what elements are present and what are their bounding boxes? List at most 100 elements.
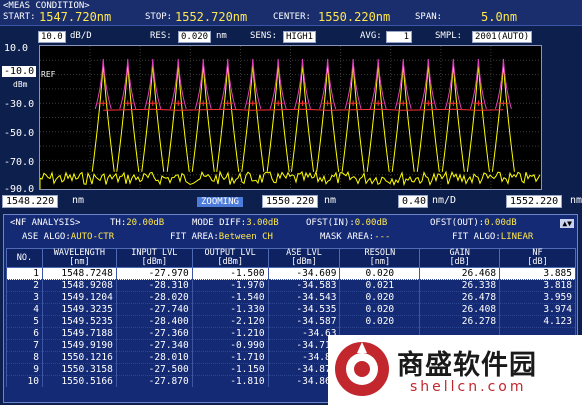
- cell-resoln: 0.021: [339, 279, 421, 292]
- ref-label: REF: [41, 70, 56, 79]
- cell-output-lvl: -1.810: [191, 375, 269, 387]
- mask-area-label: MASK AREA:: [320, 232, 375, 242]
- measurement-controls: 10.0 dB/D RES: 0.020 nm SENS: HIGH1 AVG:…: [0, 30, 582, 44]
- ase-interpolation-line: [103, 108, 504, 111]
- table-row[interactable]: 4 1549.3235 -27.740 -1.330 -34.535 0.020 26.40…: [6, 303, 576, 316]
- cell-no: 9: [6, 363, 43, 376]
- y-tick-10: 10.0: [4, 43, 29, 54]
- mask-area-value[interactable]: ---: [374, 232, 390, 242]
- zooming-indicator: ZOOMING: [197, 197, 243, 207]
- cell-input-lvl: -27.740: [115, 303, 193, 316]
- cell-input-lvl: -28.400: [115, 315, 193, 328]
- cell-input-lvl: -27.870: [115, 375, 193, 387]
- col-header-wavelength: WAVELENGTH [nm]: [41, 248, 117, 268]
- cell-nf: 3.818: [499, 279, 576, 292]
- cell-nf: 3.885: [499, 267, 576, 280]
- cell-no: 1: [6, 267, 43, 280]
- cell-wavelength: 1548.9208: [41, 279, 117, 292]
- cell-gain: 26.468: [419, 267, 501, 280]
- cell-wavelength: 1550.5166: [41, 375, 117, 387]
- ase-peak: [241, 63, 265, 172]
- meas-condition-header: <MEAS CONDITION> START: 1547.720nm STOP:…: [0, 0, 582, 26]
- avg-value-field[interactable]: 1: [386, 31, 412, 43]
- ofst-out-value[interactable]: 0.00dB: [484, 218, 517, 228]
- col-header-input-lvl: INPUT LVL [dBm]: [115, 248, 193, 268]
- cell-output-lvl: -1.970: [191, 279, 269, 292]
- table-row[interactable]: 2 1548.9208 -28.310 -1.970 -34.583 0.021 26.33…: [6, 279, 576, 292]
- ase-peak: [416, 63, 440, 172]
- center-value: 1550.220nm: [318, 10, 391, 24]
- cell-output-lvl: -1.150: [191, 363, 269, 376]
- cell-ase-lvl: -34.543: [267, 291, 341, 304]
- ofst-out-label: OFST(OUT):: [430, 218, 485, 228]
- cell-resoln: 0.020: [339, 291, 421, 304]
- cell-output-lvl: -1.710: [191, 351, 269, 364]
- spectrum-chart: [40, 46, 541, 189]
- ase-peak: [341, 63, 365, 172]
- col-header-gain: GAIN [dB]: [419, 248, 501, 268]
- cell-gain: 26.278: [419, 315, 501, 328]
- cell-output-lvl: -1.540: [191, 291, 269, 304]
- cell-no: 2: [6, 279, 43, 292]
- smpl-value-field[interactable]: 2001(AUTO): [472, 31, 533, 43]
- scroll-up-down-buttons[interactable]: ▲▼: [560, 219, 574, 228]
- start-value: 1547.720nm: [39, 10, 112, 24]
- cell-input-lvl: -27.500: [115, 363, 193, 376]
- ofst-in-value[interactable]: 0.00dB: [355, 218, 388, 228]
- cell-wavelength: 1550.1216: [41, 351, 117, 364]
- cell-input-lvl: -28.020: [115, 291, 193, 304]
- cell-wavelength: 1550.3158: [41, 363, 117, 376]
- watermark: 商盛软件园 shellcn.com: [328, 335, 582, 405]
- x-div-value[interactable]: 0.40: [398, 195, 428, 208]
- watermark-text: 商盛软件园: [397, 350, 537, 381]
- cell-nf: 3.974: [499, 303, 576, 316]
- smpl-label: SMPL:: [435, 31, 463, 41]
- col-header-ase-lvl: ASE LVL [dBm]: [267, 248, 341, 268]
- cell-wavelength: 1548.7248: [41, 267, 117, 280]
- x-right-value[interactable]: 1552.220: [506, 195, 563, 208]
- th-label: TH:: [110, 218, 127, 228]
- cell-gain: 26.338: [419, 279, 501, 292]
- col-header-nf: NF [dB]: [499, 248, 576, 268]
- cell-output-lvl: -1.210: [191, 327, 269, 340]
- ase-algo-value[interactable]: AUTO-CTR: [71, 232, 114, 242]
- cell-gain: 26.478: [419, 291, 501, 304]
- table-row[interactable]: 1 1548.7248 -27.970 -1.500 -34.609 0.020 26.46…: [6, 267, 576, 280]
- scale-value-field[interactable]: 10.0: [38, 31, 66, 43]
- cell-output-lvl: -2.120: [191, 315, 269, 328]
- cell-resoln: 0.020: [339, 267, 421, 280]
- table-row[interactable]: 5 1549.5235 -28.400 -2.120 -34.587 0.020 26.27…: [6, 315, 576, 328]
- fit-area-label: FIT AREA:: [170, 232, 219, 242]
- cell-no: 6: [6, 327, 43, 340]
- x-axis-bar: 1548.220 nm ZOOMING 1550.220 nm 0.40 nm/…: [0, 195, 582, 209]
- fit-algo-value[interactable]: LINEAR: [501, 232, 534, 242]
- ase-algo-label: ASE ALGO:: [22, 232, 71, 242]
- cell-output-lvl: -1.330: [191, 303, 269, 316]
- y-ref-level-field[interactable]: -10.0: [2, 66, 37, 77]
- cell-ase-lvl: -34.587: [267, 315, 341, 328]
- ase-peak: [266, 63, 290, 172]
- sens-value-field[interactable]: HIGH1: [283, 31, 317, 43]
- res-value-field[interactable]: 0.020: [178, 31, 212, 43]
- fit-area-value[interactable]: Between CH: [219, 232, 273, 242]
- watermark-logo-icon: [335, 342, 389, 396]
- cell-wavelength: 1549.1204: [41, 291, 117, 304]
- res-label: RES:: [150, 31, 172, 41]
- cell-ase-lvl: -34.609: [267, 267, 341, 280]
- sens-label: SENS:: [250, 31, 278, 41]
- cell-no: 4: [6, 303, 43, 316]
- mode-diff-label: MODE DIFF:: [192, 218, 247, 228]
- cell-input-lvl: -27.970: [115, 267, 193, 280]
- cell-no: 3: [6, 291, 43, 304]
- cell-no: 7: [6, 339, 43, 352]
- y-tick-minus70: -70.0: [4, 157, 35, 168]
- x-center-value[interactable]: 1550.220: [262, 195, 319, 208]
- th-value[interactable]: 20.00dB: [126, 218, 164, 228]
- ofst-in-label: OFST(IN):: [306, 218, 355, 228]
- y-tick-minus30: -30.0: [4, 99, 35, 110]
- x-left-value[interactable]: 1548.220: [2, 195, 59, 208]
- spectrum-plot[interactable]: [39, 45, 542, 190]
- x-div-unit: nm/D: [432, 195, 457, 206]
- mode-diff-value[interactable]: 3.00dB: [246, 218, 279, 228]
- table-row[interactable]: 3 1549.1204 -28.020 -1.540 -34.543 0.020 26.47…: [6, 291, 576, 304]
